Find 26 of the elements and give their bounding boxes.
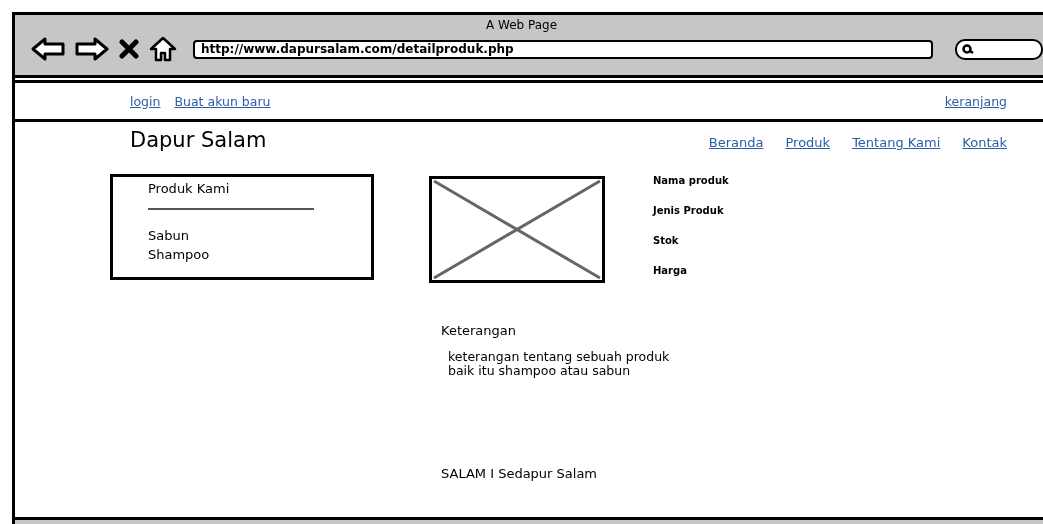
forward-icon[interactable] bbox=[75, 37, 109, 61]
description-text: keterangan tentang sebuah produk baik itu shampoo atau sabun bbox=[448, 350, 671, 378]
footer-text: SALAM I Sedapur Salam bbox=[441, 466, 599, 481]
home-icon[interactable] bbox=[149, 36, 177, 62]
product-field-label: Harga bbox=[653, 264, 688, 277]
nav-link[interactable]: Kontak bbox=[962, 135, 1007, 150]
nav-link[interactable]: Tentang Kami bbox=[852, 135, 941, 150]
sidebar-item[interactable]: Shampoo bbox=[148, 245, 371, 264]
window-title: A Web Page bbox=[484, 17, 559, 33]
header-link[interactable]: login bbox=[130, 94, 161, 109]
site-title: Dapur Salam bbox=[130, 128, 267, 152]
search-field[interactable] bbox=[955, 38, 1043, 60]
sidebar-item[interactable]: Sabun bbox=[148, 226, 371, 245]
product-field-label: Nama produk bbox=[653, 174, 729, 187]
product-field-label: Jenis Produk bbox=[653, 204, 725, 217]
sidebar-heading: Produk Kami bbox=[148, 181, 231, 196]
close-icon[interactable] bbox=[119, 39, 139, 59]
nav-link[interactable]: Produk bbox=[785, 135, 831, 150]
header-link[interactable]: Buat akun baru bbox=[174, 94, 271, 109]
product-field-label: Stok bbox=[653, 234, 680, 247]
cart-link[interactable]: keranjang bbox=[944, 94, 1007, 109]
search-icon bbox=[961, 43, 975, 55]
description-heading: Keterangan bbox=[441, 323, 517, 338]
address-field[interactable]: http://www.dapursalam.com/detailproduk.php bbox=[193, 39, 933, 59]
back-icon[interactable] bbox=[31, 37, 65, 61]
nav-link[interactable]: Beranda bbox=[708, 135, 764, 150]
